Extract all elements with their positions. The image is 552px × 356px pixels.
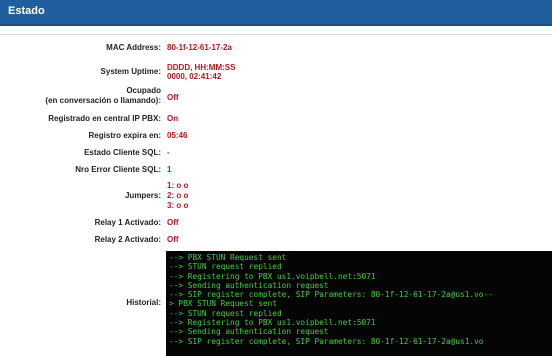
registration-expiry-label: Registro expira en: — [88, 131, 161, 140]
history-log[interactable]: --> PBX STUN Request sent --> STUN reque… — [166, 251, 552, 356]
history-line: --> STUN request replied — [169, 262, 282, 272]
relay-2-label: Relay 2 Activado: — [94, 235, 161, 244]
page-title: Estado — [8, 5, 45, 17]
pbx-registered-value: On — [167, 114, 179, 123]
system-uptime-label: System Uptime: — [100, 67, 161, 76]
history-line: --> Registering to PBX us1.voipbell.net:… — [169, 271, 376, 281]
jumper-2-value: 2: o o — [167, 191, 189, 200]
system-uptime-value: 0000, 02:41:42 — [167, 72, 222, 81]
relay-1-value: Off — [167, 218, 179, 227]
jumpers-label: Jumpers: — [124, 191, 161, 200]
busy-label-subtitle: (en conversación o llamando): — [45, 96, 161, 105]
status-header: Estado — [0, 0, 552, 26]
history-label: Historial: — [126, 298, 161, 307]
pbx-registered-label: Registrado en central IP PBX: — [48, 114, 161, 123]
history-line: --> STUN request replied — [169, 308, 282, 318]
system-uptime-format: DDDD, HH:MM:SS — [167, 63, 236, 72]
history-line: --> SIP register complete, SIP Parameter… — [169, 336, 484, 346]
history-line: --> Sending authentication request — [169, 280, 329, 290]
sql-client-state-label: Estado Cliente SQL: — [84, 148, 161, 157]
relay-2-value: Off — [167, 235, 179, 244]
header-divider — [0, 34, 552, 35]
jumper-3-value: 3: o o — [167, 201, 189, 210]
jumper-1-value: 1: o o — [167, 181, 189, 190]
busy-label-title: Ocupado — [126, 86, 161, 95]
registration-expiry-value: 05:46 — [167, 131, 188, 140]
history-line: --> Registering to PBX us1.voipbell.net:… — [169, 318, 376, 328]
mac-address-value: 80-1f-12-61-17-2a — [167, 43, 232, 52]
sql-client-error-value: 1 — [167, 165, 172, 174]
sql-client-error-label: Nro Error Cliente SQL: — [75, 165, 161, 174]
history-line: --> Sending authentication request — [169, 327, 329, 337]
history-line: > PBX STUN Request sent — [169, 299, 277, 309]
mac-address-label: MAC Address: — [106, 43, 161, 52]
sql-client-state-value: - — [167, 148, 170, 157]
history-line: --> SIP register complete, SIP Parameter… — [169, 290, 493, 300]
relay-1-label: Relay 1 Activado: — [94, 218, 161, 227]
busy-value: Off — [167, 93, 179, 102]
history-line: --> PBX STUN Request sent — [169, 253, 287, 262]
